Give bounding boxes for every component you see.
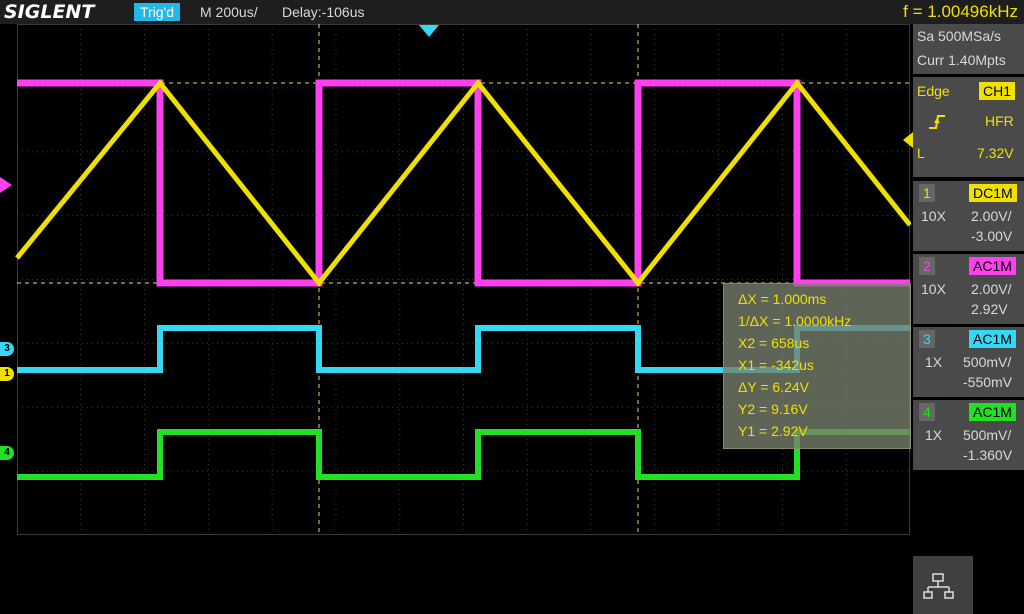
- cursor-x1: X1 = -342us: [738, 357, 814, 373]
- channel-1-number: 1: [919, 184, 935, 202]
- trigger-coupling: HFR: [985, 113, 1014, 129]
- trigger-level-label: L: [917, 145, 925, 161]
- channel-2-probe: 10X: [921, 281, 946, 297]
- channel-2-scale: 2.00V/: [971, 281, 1012, 297]
- trigger-type: Edge: [917, 83, 950, 99]
- channel-3-offset: -550mV: [963, 374, 1013, 390]
- trigger-level-value: 7.32V: [977, 145, 1014, 161]
- cursor-inverse-delta-x: 1/ΔX = 1.0000kHz: [738, 313, 852, 329]
- channel-3-box[interactable]: 3 AC1M 1X 500mV/ -550mV: [913, 327, 1024, 397]
- trigger-position-icon[interactable]: [419, 25, 439, 37]
- channel-4-scale: 500mV/: [963, 427, 1012, 443]
- channel-4-coupling: AC1M: [969, 403, 1016, 421]
- channel-1-trace: [15, 78, 912, 288]
- cursor-delta-y: ΔY = 6.24V: [738, 379, 809, 395]
- network-icon: [923, 573, 954, 599]
- cursor-x2: X2 = 658us: [738, 335, 810, 351]
- channel-4-probe: 1X: [925, 427, 943, 443]
- cursor-y2: Y2 = 9.16V: [738, 401, 808, 417]
- channel-2-offset: 2.92V: [971, 301, 1008, 317]
- channel-4-box[interactable]: 4 AC1M 1X 500mV/ -1.360V: [913, 400, 1024, 470]
- acquisition-box[interactable]: Sa 500MSa/s Curr 1.40Mpts: [913, 24, 1024, 74]
- rising-edge-icon: [927, 113, 947, 131]
- channel-2-box[interactable]: 2 AC1M 10X 2.00V/ 2.92V: [913, 254, 1024, 324]
- channel-2-ref-marker[interactable]: [0, 177, 12, 193]
- channel-3-number: 3: [919, 330, 935, 348]
- channel-1-scale: 2.00V/: [971, 208, 1012, 224]
- channel-3-probe: 1X: [925, 354, 943, 370]
- trigger-box[interactable]: Edge CH1 HFR L 7.32V: [913, 77, 1024, 177]
- cursor-measurement-panel: ΔX = 1.000ms 1/ΔX = 1.0000kHz X2 = 658us…: [723, 283, 911, 449]
- channel-4-ref-marker[interactable]: 4: [0, 446, 14, 460]
- network-status-box[interactable]: [913, 556, 973, 614]
- channel-2-number: 2: [919, 257, 935, 275]
- cursor-y1: Y1 = 2.92V: [738, 423, 808, 439]
- sample-rate: Sa 500MSa/s: [917, 28, 1002, 44]
- channel-1-ref-marker[interactable]: 1: [0, 367, 14, 381]
- channel-1-probe: 10X: [921, 208, 946, 224]
- channel-4-number: 4: [919, 403, 935, 421]
- trigger-level-icon[interactable]: [903, 132, 913, 148]
- right-info-panel: Sa 500MSa/s Curr 1.40Mpts Edge CH1 HFR L…: [903, 24, 1024, 614]
- channel-1-box[interactable]: 1 DC1M 10X 2.00V/ -3.00V: [913, 181, 1024, 251]
- trigger-source-chip: CH1: [979, 82, 1016, 100]
- cursor-delta-x: ΔX = 1.000ms: [738, 291, 827, 307]
- channel-3-coupling: AC1M: [969, 330, 1016, 348]
- channel-4-offset: -1.360V: [963, 447, 1013, 463]
- channel-1-coupling: DC1M: [969, 184, 1017, 202]
- memory-depth: Curr 1.40Mpts: [917, 52, 1006, 68]
- channel-1-offset: -3.00V: [971, 228, 1013, 244]
- channel-2-coupling: AC1M: [969, 257, 1016, 275]
- channel-3-scale: 500mV/: [963, 354, 1012, 370]
- channel-3-ref-marker[interactable]: 3: [0, 342, 14, 356]
